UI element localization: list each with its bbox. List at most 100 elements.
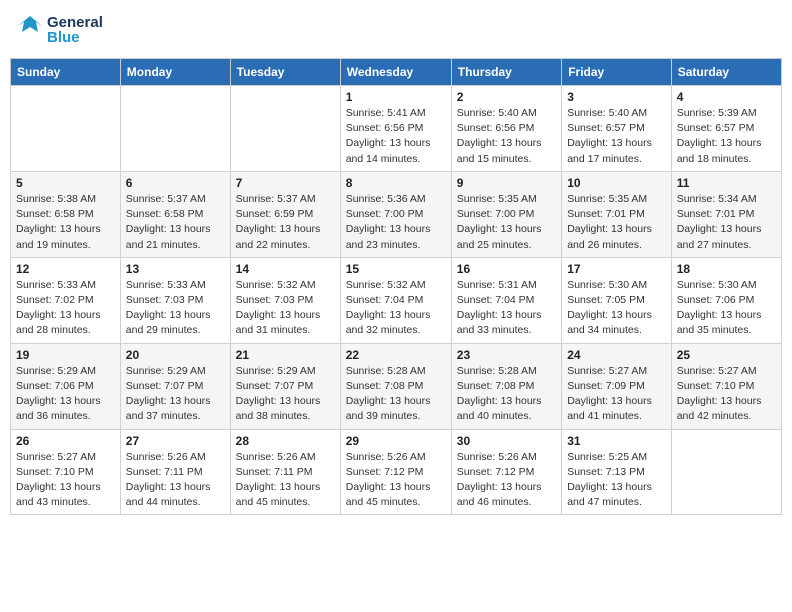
calendar-cell: 27Sunrise: 5:26 AMSunset: 7:11 PMDayligh…	[120, 429, 230, 515]
day-info: Sunrise: 5:30 AMSunset: 7:05 PMDaylight:…	[567, 278, 666, 339]
day-number: 28	[236, 434, 335, 448]
calendar-cell	[230, 86, 340, 172]
day-info: Sunrise: 5:30 AMSunset: 7:06 PMDaylight:…	[677, 278, 776, 339]
calendar-cell: 14 Sunrise: 5:32 AMSunset: 7:03 PMDayligh…	[230, 257, 340, 343]
day-number: 14	[236, 262, 335, 276]
day-number: 8	[346, 176, 446, 190]
day-number: 29	[346, 434, 446, 448]
calendar-cell: 23Sunrise: 5:28 AMSunset: 7:08 PMDayligh…	[451, 343, 561, 429]
day-number: 26	[16, 434, 115, 448]
day-number: 3	[567, 90, 666, 104]
day-number: 1	[346, 90, 446, 104]
calendar-header-tuesday: Tuesday	[230, 59, 340, 86]
calendar-week-row: 5 Sunrise: 5:38 AMSunset: 6:58 PMDaylight…	[11, 171, 782, 257]
day-info: Sunrise: 5:27 AMSunset: 7:09 PMDaylight:…	[567, 364, 666, 425]
calendar-cell	[671, 429, 781, 515]
day-number: 30	[457, 434, 556, 448]
day-info: Sunrise: 5:32 AMSunset: 7:03 PMDaylight:…	[236, 278, 335, 339]
day-info: Sunrise: 5:26 AMSunset: 7:12 PMDaylight:…	[346, 450, 446, 511]
day-number: 22	[346, 348, 446, 362]
calendar-cell: 25Sunrise: 5:27 AMSunset: 7:10 PMDayligh…	[671, 343, 781, 429]
day-info: Sunrise: 5:36 AMSunset: 7:00 PMDaylight:…	[346, 192, 446, 253]
day-info: Sunrise: 5:34 AMSunset: 7:01 PMDaylight:…	[677, 192, 776, 253]
day-info: Sunrise: 5:26 AMSunset: 7:11 PMDaylight:…	[236, 450, 335, 511]
day-info: Sunrise: 5:35 AMSunset: 7:01 PMDaylight:…	[567, 192, 666, 253]
calendar-cell	[120, 86, 230, 172]
calendar-cell: 8 Sunrise: 5:36 AMSunset: 7:00 PMDaylight…	[340, 171, 451, 257]
calendar-cell: 4 Sunrise: 5:39 AMSunset: 6:57 PMDaylight…	[671, 86, 781, 172]
logo-blue-text: Blue	[47, 30, 103, 45]
day-info: Sunrise: 5:40 AMSunset: 6:56 PMDaylight:…	[457, 106, 556, 167]
day-info: Sunrise: 5:33 AMSunset: 7:03 PMDaylight:…	[126, 278, 225, 339]
calendar-cell: 16 Sunrise: 5:31 AMSunset: 7:04 PMDayligh…	[451, 257, 561, 343]
day-number: 17	[567, 262, 666, 276]
day-info: Sunrise: 5:29 AMSunset: 7:07 PMDaylight:…	[126, 364, 225, 425]
day-info: Sunrise: 5:32 AMSunset: 7:04 PMDaylight:…	[346, 278, 446, 339]
calendar-cell: 21Sunrise: 5:29 AMSunset: 7:07 PMDayligh…	[230, 343, 340, 429]
day-info: Sunrise: 5:29 AMSunset: 7:06 PMDaylight:…	[16, 364, 115, 425]
calendar-cell: 30 Sunrise: 5:26 AMSunset: 7:12 PMDayligh…	[451, 429, 561, 515]
calendar-week-row: 26 Sunrise: 5:27 AMSunset: 7:10 PMDayligh…	[11, 429, 782, 515]
day-info: Sunrise: 5:33 AMSunset: 7:02 PMDaylight:…	[16, 278, 115, 339]
calendar-cell: 3 Sunrise: 5:40 AMSunset: 6:57 PMDaylight…	[562, 86, 672, 172]
day-number: 21	[236, 348, 335, 362]
logo: General Blue	[16, 14, 103, 46]
day-number: 10	[567, 176, 666, 190]
calendar-cell: 9Sunrise: 5:35 AMSunset: 7:00 PMDaylight…	[451, 171, 561, 257]
calendar-header-thursday: Thursday	[451, 59, 561, 86]
calendar-header-sunday: Sunday	[11, 59, 121, 86]
calendar-cell: 12Sunrise: 5:33 AMSunset: 7:02 PMDayligh…	[11, 257, 121, 343]
calendar-cell: 17 Sunrise: 5:30 AMSunset: 7:05 PMDayligh…	[562, 257, 672, 343]
day-number: 27	[126, 434, 225, 448]
calendar-cell: 20 Sunrise: 5:29 AMSunset: 7:07 PMDayligh…	[120, 343, 230, 429]
day-info: Sunrise: 5:37 AMSunset: 6:58 PMDaylight:…	[126, 192, 225, 253]
day-number: 2	[457, 90, 556, 104]
page-header: General Blue	[10, 10, 782, 50]
day-info: Sunrise: 5:37 AMSunset: 6:59 PMDaylight:…	[236, 192, 335, 253]
calendar-cell: 13 Sunrise: 5:33 AMSunset: 7:03 PMDayligh…	[120, 257, 230, 343]
day-number: 6	[126, 176, 225, 190]
logo-bird-icon	[16, 14, 44, 46]
calendar-header-saturday: Saturday	[671, 59, 781, 86]
calendar-cell: 2 Sunrise: 5:40 AMSunset: 6:56 PMDaylight…	[451, 86, 561, 172]
day-info: Sunrise: 5:39 AMSunset: 6:57 PMDaylight:…	[677, 106, 776, 167]
day-info: Sunrise: 5:40 AMSunset: 6:57 PMDaylight:…	[567, 106, 666, 167]
day-info: Sunrise: 5:28 AMSunset: 7:08 PMDaylight:…	[346, 364, 446, 425]
calendar-week-row: 19 Sunrise: 5:29 AMSunset: 7:06 PMDayligh…	[11, 343, 782, 429]
calendar-cell: 26 Sunrise: 5:27 AMSunset: 7:10 PMDayligh…	[11, 429, 121, 515]
calendar-header-row: SundayMondayTuesdayWednesdayThursdayFrid…	[11, 59, 782, 86]
logo-general-text: General	[47, 15, 103, 30]
day-info: Sunrise: 5:27 AMSunset: 7:10 PMDaylight:…	[16, 450, 115, 511]
calendar-cell: 19 Sunrise: 5:29 AMSunset: 7:06 PMDayligh…	[11, 343, 121, 429]
calendar-table: SundayMondayTuesdayWednesdayThursdayFrid…	[10, 58, 782, 515]
calendar-cell: 24 Sunrise: 5:27 AMSunset: 7:09 PMDayligh…	[562, 343, 672, 429]
day-info: Sunrise: 5:41 AMSunset: 6:56 PMDaylight:…	[346, 106, 446, 167]
calendar-cell: 31Sunrise: 5:25 AMSunset: 7:13 PMDayligh…	[562, 429, 672, 515]
day-number: 4	[677, 90, 776, 104]
day-number: 16	[457, 262, 556, 276]
day-number: 19	[16, 348, 115, 362]
day-number: 7	[236, 176, 335, 190]
calendar-cell: 6 Sunrise: 5:37 AMSunset: 6:58 PMDaylight…	[120, 171, 230, 257]
day-info: Sunrise: 5:38 AMSunset: 6:58 PMDaylight:…	[16, 192, 115, 253]
calendar-week-row: 1 Sunrise: 5:41 AMSunset: 6:56 PMDaylight…	[11, 86, 782, 172]
calendar-week-row: 12Sunrise: 5:33 AMSunset: 7:02 PMDayligh…	[11, 257, 782, 343]
calendar-cell: 7 Sunrise: 5:37 AMSunset: 6:59 PMDaylight…	[230, 171, 340, 257]
day-info: Sunrise: 5:25 AMSunset: 7:13 PMDaylight:…	[567, 450, 666, 511]
day-number: 13	[126, 262, 225, 276]
calendar-header-friday: Friday	[562, 59, 672, 86]
day-number: 24	[567, 348, 666, 362]
calendar-cell: 28 Sunrise: 5:26 AMSunset: 7:11 PMDayligh…	[230, 429, 340, 515]
calendar-cell	[11, 86, 121, 172]
calendar-header-monday: Monday	[120, 59, 230, 86]
day-number: 5	[16, 176, 115, 190]
day-info: Sunrise: 5:26 AMSunset: 7:12 PMDaylight:…	[457, 450, 556, 511]
calendar-cell: 22 Sunrise: 5:28 AMSunset: 7:08 PMDayligh…	[340, 343, 451, 429]
day-number: 15	[346, 262, 446, 276]
day-info: Sunrise: 5:31 AMSunset: 7:04 PMDaylight:…	[457, 278, 556, 339]
day-info: Sunrise: 5:35 AMSunset: 7:00 PMDaylight:…	[457, 192, 556, 253]
day-info: Sunrise: 5:28 AMSunset: 7:08 PMDaylight:…	[457, 364, 556, 425]
calendar-cell: 11Sunrise: 5:34 AMSunset: 7:01 PMDayligh…	[671, 171, 781, 257]
day-info: Sunrise: 5:27 AMSunset: 7:10 PMDaylight:…	[677, 364, 776, 425]
day-number: 20	[126, 348, 225, 362]
